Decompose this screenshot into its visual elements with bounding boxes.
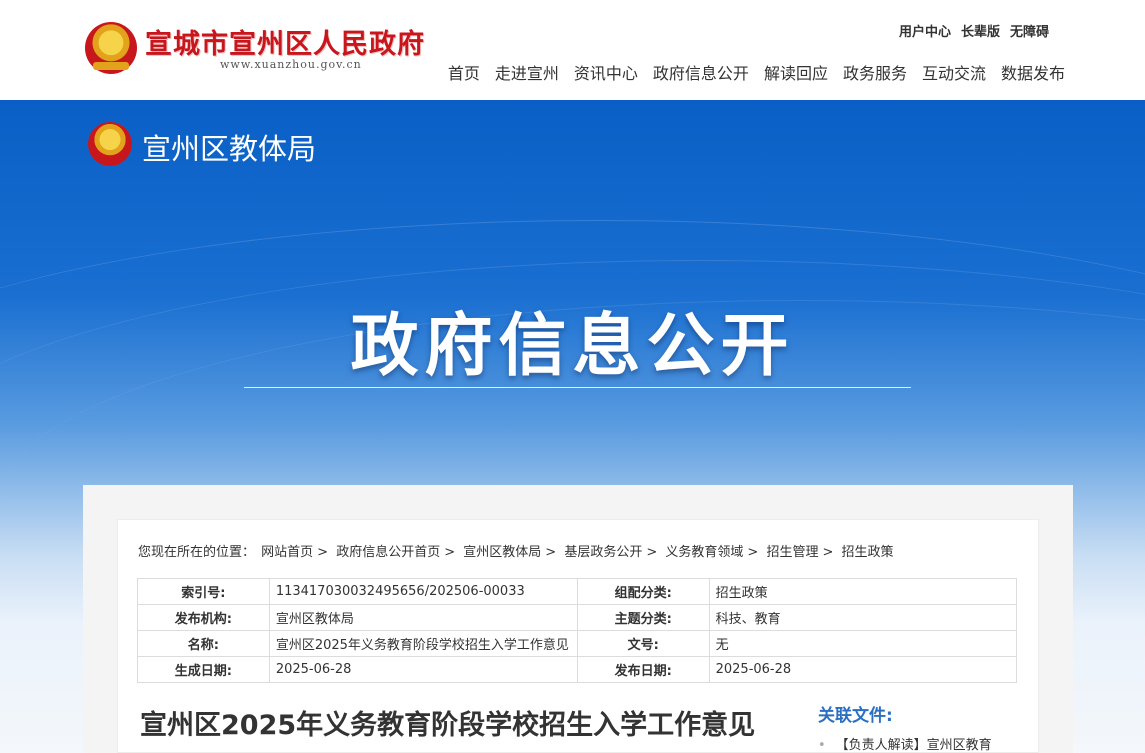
banner-divider bbox=[244, 387, 911, 388]
banner-title: 政府信息公开 bbox=[350, 307, 795, 386]
nav-item-about[interactable]: 走进宣州 bbox=[495, 60, 559, 84]
meta-value: 无 bbox=[708, 630, 1018, 657]
table-row: 生成日期: 2025-06-28 发布日期: 2025-06-28 bbox=[137, 656, 1018, 683]
site-logo[interactable]: ★ 宣城市宣州区人民政府 www.xuanzhou.gov.cn bbox=[85, 20, 445, 80]
breadcrumb-item[interactable]: 义务教育领域 bbox=[665, 545, 743, 560]
related-files-title: 关联文件: bbox=[818, 706, 893, 726]
meta-value: 宣州区2025年义务教育阶段学校招生入学工作意见 bbox=[268, 630, 578, 657]
meta-key: 生成日期: bbox=[137, 656, 270, 683]
department-name: 宣州区教体局 bbox=[142, 132, 317, 166]
meta-key: 组配分类: bbox=[576, 578, 710, 605]
breadcrumb-item[interactable]: 基层政务公开 bbox=[564, 545, 642, 560]
metadata-table: 索引号: 113417030032495656/202506-00033 组配分… bbox=[137, 578, 1018, 683]
meta-value: 113417030032495656/202506-00033 bbox=[268, 578, 578, 605]
main-nav: 首页 走进宣州 资讯中心 政府信息公开 解读回应 政务服务 互动交流 数据发布 bbox=[448, 60, 1065, 84]
meta-value: 科技、教育 bbox=[708, 604, 1018, 631]
nav-item-interpretation[interactable]: 解读回应 bbox=[764, 60, 828, 84]
elder-version-link[interactable]: 长辈版 bbox=[961, 21, 1000, 40]
meta-value: 招生政策 bbox=[708, 578, 1018, 605]
breadcrumb-item[interactable]: 招生管理 bbox=[766, 545, 818, 560]
table-row: 名称: 宣州区2025年义务教育阶段学校招生入学工作意见 文号: 无 bbox=[137, 630, 1018, 657]
breadcrumb-item[interactable]: 网站首页 bbox=[261, 545, 313, 560]
meta-key: 文号: bbox=[576, 630, 710, 657]
meta-key: 主题分类: bbox=[576, 604, 710, 631]
user-center-link[interactable]: 用户中心 bbox=[899, 21, 951, 40]
top-header: ★ 宣城市宣州区人民政府 www.xuanzhou.gov.cn 用户中心 长辈… bbox=[0, 0, 1145, 100]
breadcrumb: 您现在所在的位置： 网站首页 > 政府信息公开首页 > 宣州区教体局 > 基层政务公开… bbox=[138, 545, 894, 560]
meta-value: 2025-06-28 bbox=[268, 656, 578, 683]
accessibility-link[interactable]: 无障碍 bbox=[1010, 21, 1049, 40]
national-emblem-icon: ★ bbox=[85, 22, 137, 74]
bullet-icon: • bbox=[818, 738, 826, 753]
nav-item-data[interactable]: 数据发布 bbox=[1001, 60, 1065, 84]
nav-item-home[interactable]: 首页 bbox=[448, 60, 480, 84]
meta-key: 发布机构: bbox=[137, 604, 270, 631]
document-title: 宣州区2025年义务教育阶段学校招生入学工作意见 bbox=[140, 710, 756, 741]
table-row: 发布机构: 宣州区教体局 主题分类: 科技、教育 bbox=[137, 604, 1018, 631]
table-row: 索引号: 113417030032495656/202506-00033 组配分… bbox=[137, 578, 1018, 605]
nav-item-interaction[interactable]: 互动交流 bbox=[922, 60, 986, 84]
utility-links: 用户中心 长辈版 无障碍 bbox=[899, 21, 1049, 40]
meta-value: 宣州区教体局 bbox=[268, 604, 578, 631]
site-name: 宣城市宣州区人民政府 bbox=[145, 29, 425, 60]
breadcrumb-item[interactable]: 宣州区教体局 bbox=[463, 545, 541, 560]
site-url: www.xuanzhou.gov.cn bbox=[220, 58, 362, 71]
nav-item-info-disclosure[interactable]: 政府信息公开 bbox=[653, 60, 749, 84]
meta-value: 2025-06-28 bbox=[708, 656, 1018, 683]
related-file-link[interactable]: • 【负责人解读】宣州区教育 bbox=[818, 734, 1018, 753]
meta-key: 名称: bbox=[137, 630, 270, 657]
related-file-label: 【负责人解读】宣州区教育 bbox=[835, 738, 992, 753]
nav-item-news[interactable]: 资讯中心 bbox=[574, 60, 638, 84]
national-emblem-icon: ★ bbox=[88, 122, 132, 166]
breadcrumb-prefix: 您现在所在的位置： bbox=[138, 545, 256, 560]
nav-item-services[interactable]: 政务服务 bbox=[843, 60, 907, 84]
meta-key: 索引号: bbox=[137, 578, 270, 605]
breadcrumb-item[interactable]: 招生政策 bbox=[842, 545, 894, 560]
meta-key: 发布日期: bbox=[576, 656, 710, 683]
breadcrumb-item[interactable]: 政府信息公开首页 bbox=[336, 545, 440, 560]
